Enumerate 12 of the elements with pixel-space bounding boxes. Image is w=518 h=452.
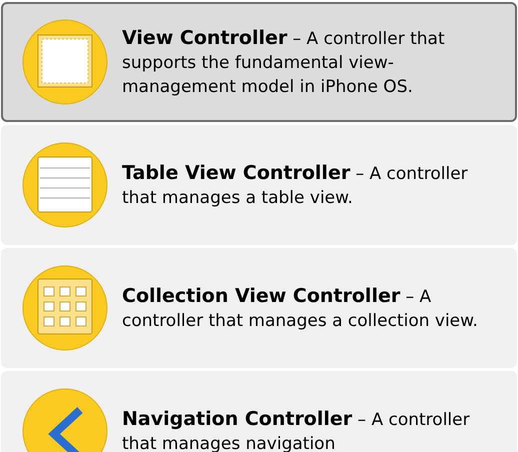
view-controller-icon [22, 19, 108, 105]
library-item[interactable]: Collection View Controller – A controller that manages a collection view. [1, 248, 517, 368]
library-item[interactable]: Table View Controller – A controller that manages a table view. [1, 125, 517, 245]
table-view-icon [22, 142, 108, 228]
library-item[interactable]: View Controller – A controller that supports the fundamental view-management model in iPhone OS. [1, 2, 517, 122]
grid-icon [22, 265, 108, 351]
item-description: View Controller – A controller that supports the fundamental view-management model in iPhone OS. [122, 26, 446, 98]
item-description: Table View Controller – A controller that manages a table view. [122, 160, 469, 210]
item-description: Collection View Controller – A controller that manages a collection view. [122, 284, 479, 332]
item-description: Navigation Controller – A controller that manages navigation [122, 406, 471, 452]
library-item[interactable]: Navigation Controller – A controller that manages navigation [1, 371, 517, 452]
back-chevron-icon [22, 388, 108, 452]
